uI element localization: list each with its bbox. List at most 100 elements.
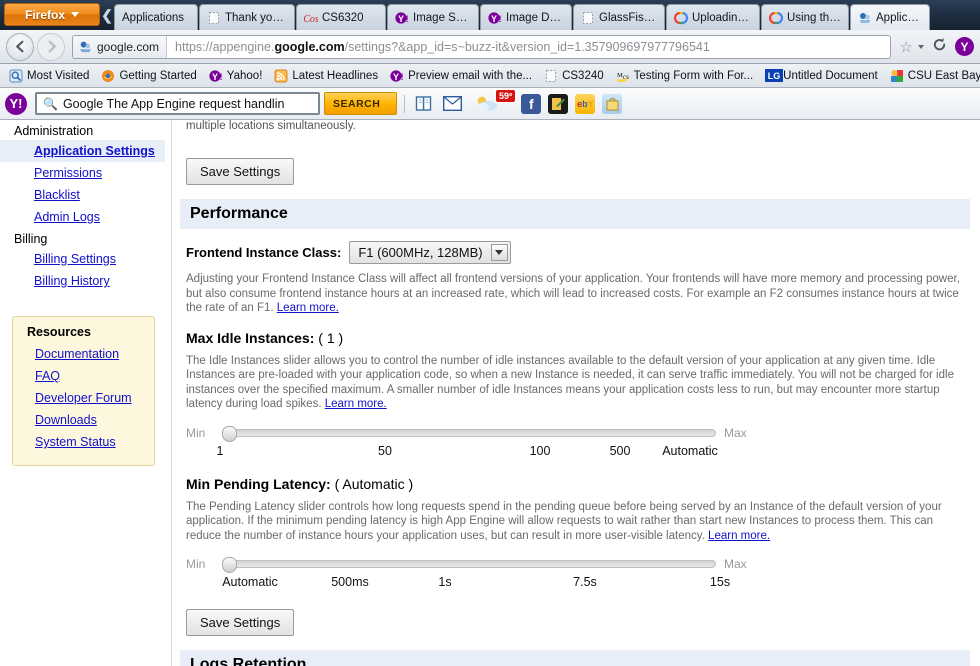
ebay-icon[interactable]: ebY (575, 94, 595, 114)
svg-text:Y: Y (491, 14, 497, 24)
min-pending-latency-slider[interactable] (222, 560, 716, 568)
bookmark-item[interactable]: McsTesting Form with For... (611, 67, 759, 85)
svg-text:!: ! (219, 72, 222, 82)
shopping-icon[interactable] (602, 94, 622, 114)
toolbar-weather-item[interactable]: 59º (470, 94, 517, 114)
svg-text:!: ! (401, 72, 404, 82)
browser-tab[interactable]: Applications (114, 4, 198, 30)
max-idle-instances-learn-more-link[interactable]: Learn more. (325, 398, 387, 410)
toolbar-bookmarks-item[interactable] (412, 94, 437, 114)
max-idle-instances-slider[interactable] (222, 429, 716, 437)
forward-arrow-icon (44, 39, 59, 54)
resources-link-system-status[interactable]: System Status (13, 431, 154, 453)
sidebar-item-billing-settings[interactable]: Billing Settings (0, 248, 165, 270)
yahoo-icon: Y! (390, 69, 404, 83)
bookmarks-toolbar: Most Visited Getting Started Y!Yahoo! Lates… (0, 64, 980, 88)
bookmark-item[interactable]: LGUntitled Document (760, 67, 883, 85)
bookmark-label: Latest Headlines (292, 70, 378, 82)
sidebar-groups: AdministrationApplication SettingsPermis… (0, 120, 165, 292)
svg-text:Cos: Cos (304, 14, 318, 25)
sidebar-group-title: Billing (0, 228, 165, 248)
forward-button[interactable] (37, 33, 65, 61)
bookmarks-icon[interactable] (412, 94, 434, 114)
min-latency-slider-max-label: Max (724, 557, 752, 571)
toolbar-notepad-item[interactable] (548, 94, 571, 114)
svg-text:!: ! (499, 14, 502, 24)
settings-content: multiple locations simultaneously. Save … (172, 120, 980, 666)
bookmark-dropdown-icon[interactable] (918, 45, 924, 49)
browser-tab[interactable]: Applicati... (850, 4, 930, 30)
url-bar[interactable]: google.com https://appengine.google.com/… (72, 35, 891, 59)
back-button[interactable] (6, 33, 34, 61)
site-identity-button[interactable]: google.com (73, 36, 167, 58)
logs-retention-section-heading: Logs Retention (180, 650, 970, 666)
chevron-down-icon[interactable] (491, 244, 508, 261)
cos-icon: Cos (304, 11, 318, 25)
frontend-instance-class-select[interactable]: F1 (600MHz, 128MB) (349, 241, 510, 264)
mail-icon[interactable] (441, 94, 463, 114)
facebook-icon[interactable]: f (521, 94, 541, 114)
yahoo-logo-icon[interactable]: Y! (5, 93, 27, 115)
firefox-menu-button[interactable]: Firefox (4, 3, 100, 26)
toolbar-facebook-item[interactable]: f (521, 94, 544, 114)
bookmark-item[interactable]: Latest Headlines (269, 67, 383, 85)
browser-tab[interactable]: Uploading a... (666, 4, 760, 30)
resources-link-documentation[interactable]: Documentation (13, 343, 154, 365)
bookmark-item[interactable]: Y!Preview email with the... (385, 67, 537, 85)
sidebar-item-application-settings[interactable]: Application Settings (0, 140, 165, 162)
browser-tab[interactable]: GlassFish Se... (573, 4, 665, 30)
google-icon (890, 69, 904, 83)
min-pending-latency-value: ( Automatic ) (335, 476, 414, 492)
slider-tick-label: 1s (438, 575, 451, 589)
svg-text:LG: LG (768, 71, 781, 81)
yahoo-search-button[interactable]: SEARCH (324, 92, 397, 115)
resources-link-downloads[interactable]: Downloads (13, 409, 154, 431)
min-pending-latency-help-text: The Pending Latency slider controls how … (186, 501, 942, 542)
yahoo-toolbar-icon[interactable]: Y (955, 37, 974, 56)
max-idle-slider-max-label: Max (724, 426, 752, 440)
sidebar-item-permissions[interactable]: Permissions (0, 162, 165, 184)
notepad-icon[interactable] (548, 94, 568, 114)
bookmark-item[interactable]: Most Visited (4, 67, 94, 85)
min-latency-slider-handle[interactable] (222, 557, 237, 573)
bookmark-item[interactable]: Y!Yahoo! (204, 67, 268, 85)
min-latency-slider-ticks: Automatic500ms1s7.5s15s (220, 575, 720, 593)
frontend-instance-class-value: F1 (600MHz, 128MB) (358, 245, 482, 260)
yahoo-search-input[interactable]: 🔍 Google The App Engine request handlin (35, 92, 320, 115)
reload-button[interactable] (927, 37, 952, 56)
bookmark-item[interactable]: CSU East Bay M (885, 67, 980, 85)
sidebar-item-blacklist[interactable]: Blacklist (0, 184, 165, 206)
mcs-icon: Mcs (616, 69, 630, 83)
toolbar-ebay-item[interactable]: ebY (575, 94, 598, 114)
resources-link-faq[interactable]: FAQ (13, 365, 154, 387)
lg-icon: LG (765, 69, 779, 83)
toolbar-shopping-item[interactable] (602, 94, 625, 114)
resources-link-developer-forum[interactable]: Developer Forum (13, 387, 154, 409)
url-text[interactable]: https://appengine.google.com/settings?&a… (167, 40, 710, 54)
browser-tab[interactable]: Using the G... (761, 4, 849, 30)
toolbar-mail-item[interactable] (441, 94, 466, 114)
sidebar-item-admin-logs[interactable]: Admin Logs (0, 206, 165, 228)
tab-strip: Firefox ❮ ApplicationsThank you f...CosC… (0, 0, 980, 30)
sidebar-item-billing-history[interactable]: Billing History (0, 270, 165, 292)
save-settings-button-top[interactable]: Save Settings (186, 158, 294, 185)
bookmark-item[interactable]: CS3240 (539, 67, 609, 85)
browser-tab[interactable]: Y!Image Searc... (387, 4, 479, 30)
save-settings-button-bottom[interactable]: Save Settings (186, 609, 294, 636)
max-idle-slider-min-label: Min (186, 426, 214, 440)
browser-tab[interactable]: Thank you f... (199, 4, 295, 30)
url-prefix: https://appengine. (175, 40, 274, 54)
tab-scroll-left-icon[interactable]: ❮ (100, 7, 114, 30)
bookmark-label: Getting Started (119, 70, 196, 82)
browser-tab[interactable]: CosCS6320 (296, 4, 386, 30)
browser-tab[interactable]: Y!Image Detai... (480, 4, 572, 30)
bookmark-star-icon[interactable]: ☆ (898, 38, 915, 56)
min-pending-latency-learn-more-link[interactable]: Learn more. (708, 530, 770, 542)
max-idle-slider-handle[interactable] (222, 426, 237, 442)
frontend-instance-class-learn-more-link[interactable]: Learn more. (277, 302, 339, 314)
weather-icon[interactable]: 59º (470, 94, 504, 114)
frontend-instance-class-row: Frontend Instance Class: F1 (600MHz, 128… (186, 241, 970, 264)
tab-label: Image Searc... (413, 12, 471, 24)
min-pending-latency-slider-row: Min Max (186, 557, 970, 571)
bookmark-item[interactable]: Getting Started (96, 67, 201, 85)
